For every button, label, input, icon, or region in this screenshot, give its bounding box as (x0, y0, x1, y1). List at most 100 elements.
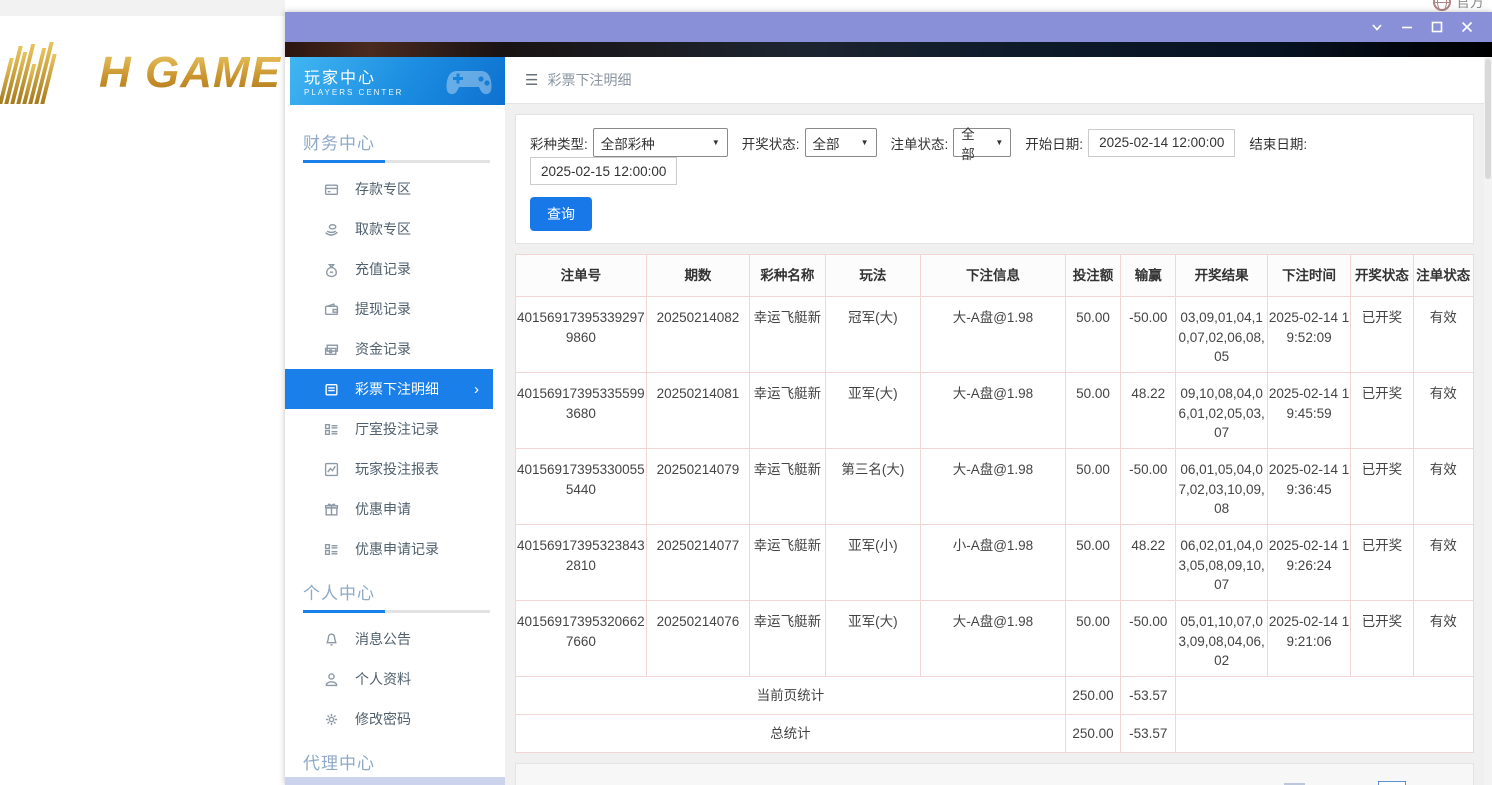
table-cell: 20250214077 (646, 525, 750, 601)
lottery-type-select[interactable]: 全部彩种 ▼ (593, 128, 728, 157)
table-cell: -50.00 (1121, 601, 1176, 677)
table-cell: 20250214076 (646, 601, 750, 677)
background-top-strip (0, 0, 285, 16)
sidebar-item-资金记录[interactable]: 资金记录 (285, 329, 493, 369)
table-cell: 幸运飞艇新 (750, 373, 825, 449)
table-footer: 每页显示20条 共5条 首页 上一页 [1] 下一页 第 页 跳转 (515, 763, 1474, 785)
table-cell: 50.00 (1065, 525, 1120, 601)
summary-cell (1176, 715, 1474, 753)
wallet-icon (323, 301, 339, 317)
sidebar-bottom-scrollbar[interactable] (285, 777, 505, 785)
jump-suffix: 页 (1413, 782, 1426, 785)
table-cell: 2025-02-14 19:26:24 (1267, 525, 1350, 601)
hamburger-icon[interactable]: ☰ (525, 71, 538, 89)
table-cell: 第三名(大) (825, 449, 920, 525)
sidebar-item-厅室投注记录[interactable]: 厅室投注记录 (285, 409, 493, 449)
jump-prefix: 第 (1358, 782, 1371, 785)
summary-cell: 总统计 (516, 715, 1066, 753)
table-row: 40156917395330055544020250214079幸运飞艇新第三名… (516, 449, 1474, 525)
table-cell: 已开奖 (1351, 601, 1413, 677)
chevron-down-icon[interactable] (1362, 12, 1392, 42)
window-titlebar (285, 12, 1492, 42)
sidebar-item-label: 优惠申请 (355, 499, 411, 519)
card-icon (323, 181, 339, 197)
table-cell: 亚军(大) (825, 601, 920, 677)
table-cell: 06,02,01,04,03,05,08,09,10,07 (1176, 525, 1267, 601)
breadcrumb: ☰ 彩票下注明细 (505, 57, 1492, 104)
sidebar-section-title: 财务中心 (285, 119, 505, 160)
chevron-down-icon: ▼ (861, 138, 869, 147)
sidebar-item-优惠申请[interactable]: 优惠申请 (285, 489, 493, 529)
table-cell: 冠军(大) (825, 297, 920, 373)
globe-icon (1433, 0, 1451, 11)
total-count: 共5条 (1165, 782, 1198, 785)
table-cell: 亚军(小) (825, 525, 920, 601)
grid-list-icon (323, 421, 339, 437)
table-cell: 401569173953206627660 (516, 601, 647, 677)
table-cell: 已开奖 (1351, 373, 1413, 449)
first-page-link[interactable]: 首页 (1205, 782, 1231, 785)
table-cell: 401569173953392979860 (516, 297, 647, 373)
grid-list-icon (323, 541, 339, 557)
bets-table: 注单号期数彩种名称玩法下注信息投注额输赢开奖结果下注时间开奖状态注单状态 401… (515, 254, 1474, 753)
summary-cell: 250.00 (1065, 715, 1120, 753)
banknotes-icon (323, 341, 339, 357)
end-date-label: 结束日期: (1249, 133, 1307, 153)
start-date-input[interactable]: 2025-02-14 12:00:00 (1088, 129, 1235, 157)
jump-button[interactable]: 跳转 (1433, 782, 1459, 785)
column-header: 开奖状态 (1351, 255, 1413, 297)
sidebar-item-彩票下注明细[interactable]: 彩票下注明细 › (285, 369, 493, 409)
filter-panel: 彩种类型: 全部彩种 ▼ 开奖状态: 全部 ▼ 注单状态: 全部 (515, 114, 1474, 244)
lottery-type-label: 彩种类型: (530, 133, 588, 153)
sidebar-item-优惠申请记录[interactable]: 优惠申请记录 (285, 529, 493, 569)
sidebar-item-label: 彩票下注明细 (355, 379, 439, 399)
next-page-link[interactable]: 下一页 (1312, 782, 1351, 785)
table-cell: 20250214081 (646, 373, 750, 449)
end-date-input[interactable]: 2025-02-15 12:00:00 (530, 157, 677, 185)
maximize-icon[interactable] (1422, 12, 1452, 42)
summary-cell: -53.57 (1121, 677, 1176, 715)
table-cell: 401569173953238432810 (516, 525, 647, 601)
sidebar-item-存款专区[interactable]: 存款专区 (285, 169, 493, 209)
official-site-link[interactable]: 官方 (1433, 0, 1484, 12)
summary-row: 总统计250.00-53.57 (516, 715, 1474, 753)
summary-cell: -53.57 (1121, 715, 1176, 753)
summary-row: 当前页统计250.00-53.57 (516, 677, 1474, 715)
sidebar-item-label: 提现记录 (355, 299, 411, 319)
sidebar-item-label: 消息公告 (355, 629, 411, 649)
table-cell: 大-A盘@1.98 (921, 297, 1066, 373)
sidebar-item-消息公告[interactable]: 消息公告 (285, 619, 493, 659)
table-cell: 48.22 (1121, 373, 1176, 449)
sidebar-section-title: 代理中心 (285, 739, 505, 780)
table-cell: 已开奖 (1351, 449, 1413, 525)
bet-status-label: 注单状态: (891, 133, 949, 153)
prev-page-link[interactable]: 上一页 (1238, 782, 1277, 785)
content-scrollbar[interactable] (1484, 57, 1492, 785)
sidebar-item-提现记录[interactable]: 提现记录 (285, 289, 493, 329)
minimize-icon[interactable] (1392, 12, 1422, 42)
official-site-label: 官方 (1456, 0, 1484, 12)
table-cell: 50.00 (1065, 449, 1120, 525)
table-cell: 大-A盘@1.98 (921, 601, 1066, 677)
gear-icon (323, 711, 339, 727)
sidebar-item-玩家投注报表[interactable]: 玩家投注报表 (285, 449, 493, 489)
table-cell: 大-A盘@1.98 (921, 449, 1066, 525)
sidebar-item-label: 修改密码 (355, 709, 411, 729)
bell-icon (323, 631, 339, 647)
table-cell: 有效 (1413, 525, 1473, 601)
page-jump-input[interactable] (1378, 781, 1406, 785)
chevron-right-icon: › (474, 381, 479, 398)
sidebar-item-充值记录[interactable]: 充值记录 (285, 249, 493, 289)
report-chart-icon (323, 461, 339, 477)
sidebar-item-个人资料[interactable]: 个人资料 (285, 659, 493, 699)
draw-status-select[interactable]: 全部 ▼ (805, 128, 877, 157)
moneybag-icon (323, 261, 339, 277)
sidebar-item-取款专区[interactable]: 取款专区 (285, 209, 493, 249)
table-cell: 06,01,05,04,07,02,03,10,09,08 (1176, 449, 1267, 525)
bet-status-select[interactable]: 全部 ▼ (953, 128, 1011, 157)
close-icon[interactable] (1452, 12, 1482, 42)
table-row: 40156917395320662766020250214076幸运飞艇新亚军(… (516, 601, 1474, 677)
search-button[interactable]: 查询 (530, 197, 592, 231)
sidebar-item-label: 取款专区 (355, 219, 411, 239)
sidebar-item-修改密码[interactable]: 修改密码 (285, 699, 493, 739)
